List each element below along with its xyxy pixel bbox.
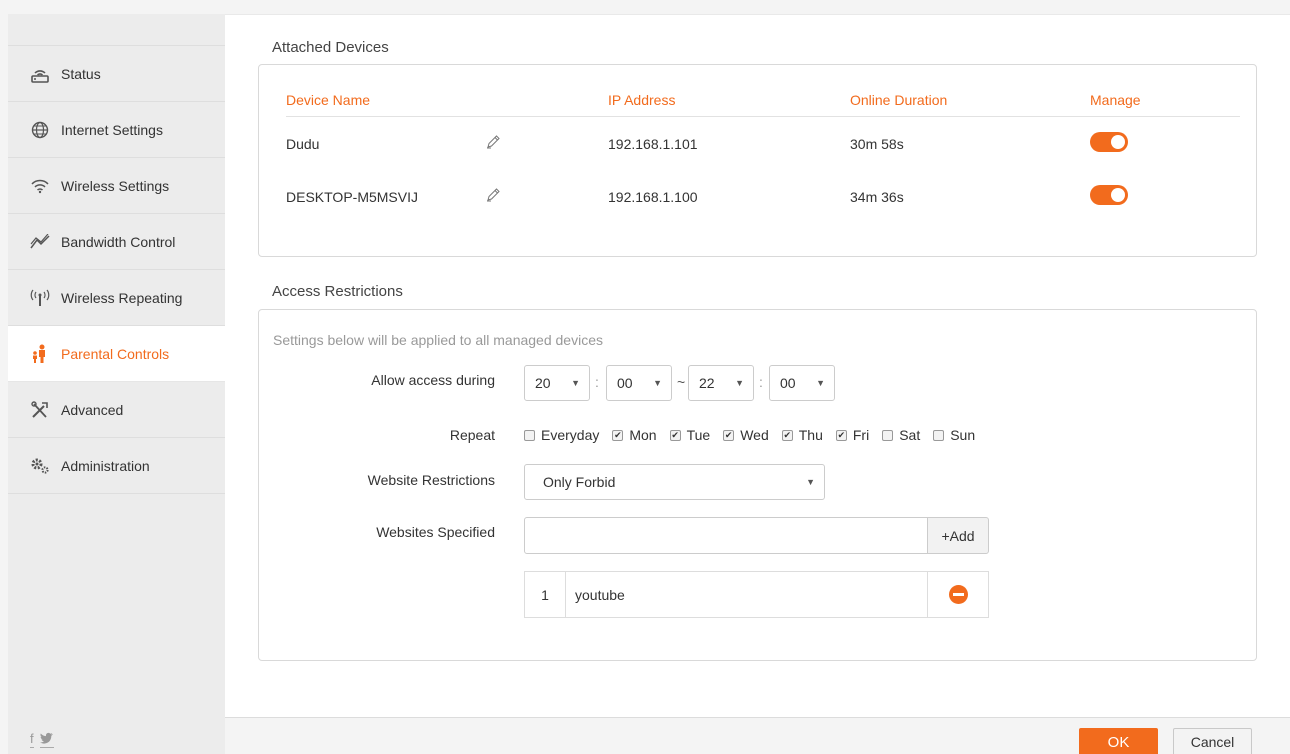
checkbox-box[interactable]: ✔ [723,429,735,441]
dropdown-arrow-icon: ▼ [653,378,662,388]
wifi-icon [29,175,51,197]
settings-hint: Settings below will be applied to all ma… [273,332,603,348]
website-input[interactable] [524,517,928,554]
cancel-button[interactable]: Cancel [1173,728,1252,754]
website-restrictions-label: Website Restrictions [367,472,495,488]
device-name: DESKTOP-M5MSVIJ [286,188,418,205]
end-minute-select[interactable]: 00 ▼ [769,365,835,401]
table-row: DESKTOP-M5MSVIJ 192.168.1.100 34m 36s [286,170,1240,223]
checkbox-box[interactable] [882,429,894,441]
device-name: Dudu [286,135,320,152]
column-header-ip-address: IP Address [608,91,676,108]
column-header-manage: Manage [1090,91,1141,108]
end-hour-select[interactable]: 22 ▼ [688,365,754,401]
checkbox-mon[interactable]: ✔ Mon [612,427,657,443]
site-name: youtube [566,572,928,617]
start-minute-select[interactable]: 00 ▼ [606,365,672,401]
websites-specified-label: Websites Specified [376,524,495,540]
time-separator: : [759,374,763,390]
dropdown-arrow-icon: ▼ [816,378,825,388]
attached-devices-panel: Device Name IP Address Online Duration M… [258,64,1257,257]
sidebar-item-label: Status [61,65,101,82]
sidebar-item-administration[interactable]: Administration [8,438,225,494]
dropdown-arrow-icon: ▼ [571,378,580,388]
bandwidth-icon [29,231,51,253]
site-index: 1 [525,572,566,617]
sidebar-item-parental-controls[interactable]: Parental Controls [8,326,225,382]
sidebar-item-label: Bandwidth Control [61,233,176,250]
sidebar-item-advanced[interactable]: Advanced [8,382,225,438]
checkbox-fri[interactable]: ✔ Fri [835,427,869,443]
checkbox-box[interactable] [933,429,945,441]
device-duration: 34m 36s [850,188,904,205]
globe-icon [29,119,51,141]
checkbox-box[interactable]: ✔ [781,429,793,441]
sidebar-item-label: Advanced [61,401,124,418]
sidebar-item-label: Parental Controls [61,345,170,362]
device-duration: 30m 58s [850,135,904,152]
social-links: f [30,732,54,748]
sidebar-item-bandwidth-control[interactable]: Bandwidth Control [8,214,225,270]
checkbox-wed[interactable]: ✔ Wed [723,427,769,443]
sidebar-item-internet-settings[interactable]: Internet Settings [8,102,225,158]
list-item: 1 youtube [524,571,989,618]
column-header-device-name: Device Name [286,91,371,108]
footer-bar: OK Cancel [225,717,1290,754]
main-content: Attached Devices Device Name IP Address … [225,14,1290,717]
allow-access-label: Allow access during [371,372,495,388]
checkbox-sat[interactable]: Sat [882,427,920,443]
section-title-access-restrictions: Access Restrictions [272,283,403,300]
device-table: Device Name IP Address Online Duration M… [286,83,1240,223]
checkbox-sun[interactable]: Sun [933,427,975,443]
checkbox-everyday[interactable]: Everyday [524,427,599,443]
checkbox-box[interactable] [524,429,535,441]
repeat-days: Everyday ✔ Mon ✔ Tue ✔ Wed ✔ Thu ✔ Fri Sat Su… [524,427,988,443]
sidebar-item-label: Wireless Repeating [61,289,183,306]
manage-toggle[interactable] [1090,185,1128,205]
parent-child-icon [29,343,51,365]
tools-icon [29,399,51,421]
column-header-online-duration: Online Duration [850,91,948,108]
remove-icon[interactable] [948,585,968,604]
time-separator: : [595,374,599,390]
checkbox-box[interactable]: ✔ [669,429,681,441]
sidebar: Status Internet Settings Wireless Settin… [8,14,225,754]
checkbox-tue[interactable]: ✔ Tue [669,427,710,443]
facebook-link[interactable]: f [30,732,34,748]
access-restrictions-panel: Settings below will be applied to all ma… [258,309,1257,661]
dropdown-arrow-icon: ▼ [806,477,815,487]
website-restrictions-select[interactable]: Only Forbid ▼ [524,464,825,500]
sidebar-item-status[interactable]: Status [8,46,225,102]
checkbox-box[interactable]: ✔ [612,429,624,441]
dropdown-arrow-icon: ▼ [735,378,744,388]
antenna-icon [29,287,51,309]
table-row: Dudu 192.168.1.101 30m 58s [286,117,1240,170]
checkbox-box[interactable]: ✔ [835,429,847,441]
sidebar-item-wireless-settings[interactable]: Wireless Settings [8,158,225,214]
time-range-separator: ~ [677,374,686,390]
gears-icon [29,455,51,477]
sidebar-item-wireless-repeating[interactable]: Wireless Repeating [8,270,225,326]
pencil-icon[interactable] [486,135,500,152]
section-title-attached-devices: Attached Devices [272,39,389,56]
sidebar-item-label: Administration [61,457,150,474]
ok-button[interactable]: OK [1079,728,1158,754]
device-ip: 192.168.1.101 [608,135,698,152]
device-ip: 192.168.1.100 [608,188,698,205]
repeat-label: Repeat [449,427,495,443]
table-header: Device Name IP Address Online Duration M… [286,83,1240,117]
start-hour-select[interactable]: 20 ▼ [524,365,590,401]
router-icon [29,63,51,85]
pencil-icon[interactable] [486,188,500,205]
sidebar-item-label: Wireless Settings [61,177,170,194]
manage-toggle[interactable] [1090,132,1128,152]
add-website-button[interactable]: +Add [927,517,989,554]
sidebar-item-label: Internet Settings [61,121,163,138]
twitter-icon[interactable] [39,732,54,748]
checkbox-thu[interactable]: ✔ Thu [781,427,823,443]
